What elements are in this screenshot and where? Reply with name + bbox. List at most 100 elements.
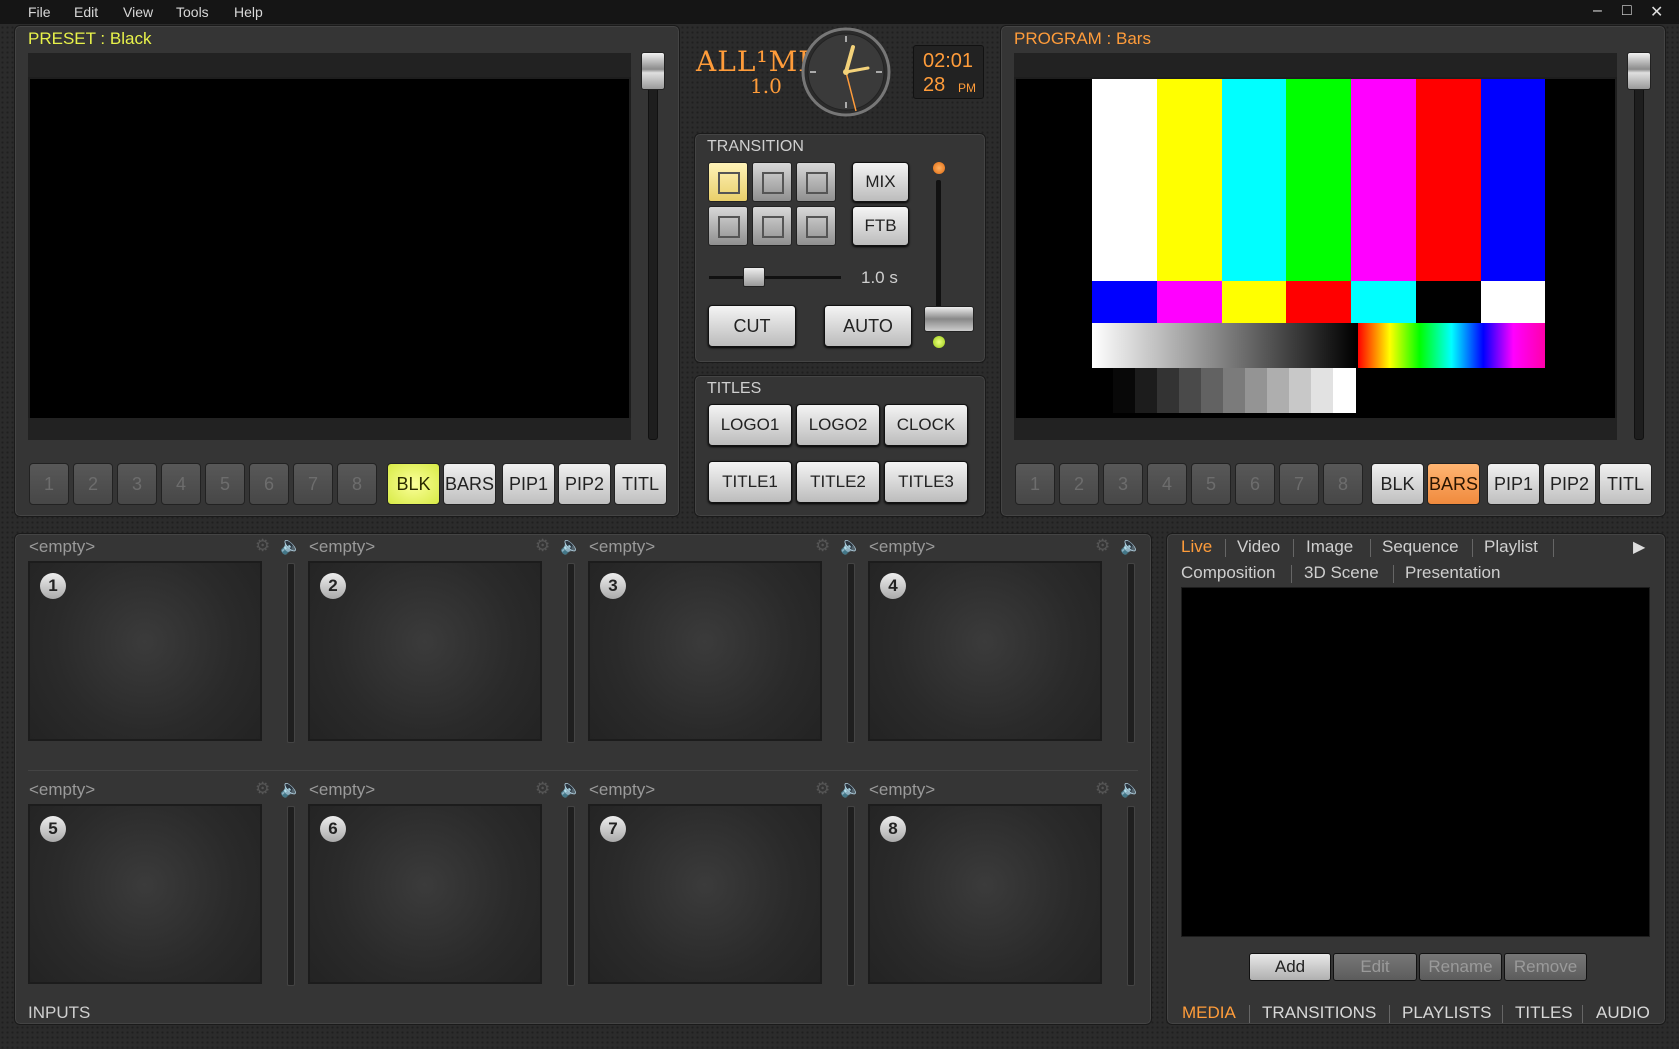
input-5-preview[interactable]: 5 [28, 804, 262, 984]
tab-composition[interactable]: Composition [1181, 563, 1276, 583]
push-icon[interactable] [708, 206, 748, 246]
program-source-1[interactable]: 1 [1015, 463, 1055, 505]
tab-image[interactable]: Image [1306, 537, 1353, 557]
tab-sequence[interactable]: Sequence [1382, 537, 1459, 557]
preset-source-2[interactable]: 2 [73, 463, 113, 505]
program-audio-slider-knob[interactable] [1627, 52, 1651, 90]
preset-source-blk[interactable]: BLK [387, 463, 440, 505]
tab-live[interactable]: Live [1181, 537, 1212, 557]
menu-help[interactable]: Help [234, 4, 263, 20]
input-1-preview[interactable]: 1 [28, 561, 262, 741]
wipe-right-icon[interactable] [752, 162, 792, 202]
mix-button[interactable]: MIX [852, 162, 909, 202]
duration-slider-knob[interactable] [743, 267, 765, 287]
preset-source-titl[interactable]: TITL [614, 463, 667, 505]
preset-audio-slider-knob[interactable] [641, 52, 665, 90]
menu-view[interactable]: View [123, 4, 153, 20]
wipe-left-icon[interactable] [708, 162, 748, 202]
preset-source-8[interactable]: 8 [337, 463, 377, 505]
program-source-blk[interactable]: BLK [1371, 463, 1424, 505]
program-source-2[interactable]: 2 [1059, 463, 1099, 505]
preset-source-1[interactable]: 1 [29, 463, 69, 505]
input-7-speaker-icon[interactable]: 🔈 [840, 779, 861, 799]
program-source-titl[interactable]: TITL [1599, 463, 1652, 505]
input-4-preview[interactable]: 4 [868, 561, 1102, 741]
input-5-speaker-icon[interactable]: 🔈 [280, 779, 301, 799]
media-list[interactable] [1181, 587, 1650, 937]
preset-source-5[interactable]: 5 [205, 463, 245, 505]
minimize-button[interactable]: – [1593, 2, 1602, 20]
input-4-settings-icon[interactable]: ⚙ [1095, 536, 1110, 556]
menu-edit[interactable]: Edit [74, 4, 98, 20]
input-4-volume-bar[interactable] [1127, 563, 1135, 743]
input-7-settings-icon[interactable]: ⚙ [815, 779, 830, 799]
title2-button[interactable]: TITLE2 [796, 461, 880, 503]
bottom-tab-titles[interactable]: TITLES [1515, 1003, 1573, 1023]
program-source-bars[interactable]: BARS [1427, 463, 1480, 505]
clock-button[interactable]: CLOCK [884, 404, 968, 446]
input-2-volume-bar[interactable] [567, 563, 575, 743]
preset-source-bars[interactable]: BARS [443, 463, 496, 505]
edit-button[interactable]: Edit [1333, 953, 1417, 981]
rename-button[interactable]: Rename [1419, 953, 1502, 981]
input-6-speaker-icon[interactable]: 🔈 [560, 779, 581, 799]
program-source-7[interactable]: 7 [1279, 463, 1319, 505]
input-5-settings-icon[interactable]: ⚙ [255, 779, 270, 799]
input-8-volume-bar[interactable] [1127, 806, 1135, 986]
input-8-settings-icon[interactable]: ⚙ [1095, 779, 1110, 799]
tab-3d-scene[interactable]: 3D Scene [1304, 563, 1379, 583]
input-2-settings-icon[interactable]: ⚙ [535, 536, 550, 556]
input-2-speaker-icon[interactable]: 🔈 [560, 536, 581, 556]
remove-button[interactable]: Remove [1504, 953, 1587, 981]
input-6-volume-bar[interactable] [567, 806, 575, 986]
input-6-settings-icon[interactable]: ⚙ [535, 779, 550, 799]
input-1-settings-icon[interactable]: ⚙ [255, 536, 270, 556]
input-3-volume-bar[interactable] [847, 563, 855, 743]
input-1-speaker-icon[interactable]: 🔈 [280, 536, 301, 556]
input-7-preview[interactable]: 7 [588, 804, 822, 984]
bottom-tab-media[interactable]: MEDIA [1182, 1003, 1236, 1023]
close-button[interactable]: ✕ [1650, 2, 1663, 22]
bottom-tab-transitions[interactable]: TRANSITIONS [1262, 1003, 1376, 1023]
logo1-button[interactable]: LOGO1 [708, 404, 792, 446]
tab-playlist[interactable]: Playlist [1484, 537, 1538, 557]
program-source-3[interactable]: 3 [1103, 463, 1143, 505]
program-source-pip2[interactable]: PIP2 [1543, 463, 1596, 505]
preset-source-3[interactable]: 3 [117, 463, 157, 505]
program-source-pip1[interactable]: PIP1 [1487, 463, 1540, 505]
split-icon[interactable] [752, 206, 792, 246]
input-2-preview[interactable]: 2 [308, 561, 542, 741]
preset-source-pip1[interactable]: PIP1 [502, 463, 555, 505]
input-1-volume-bar[interactable] [287, 563, 295, 743]
preset-source-4[interactable]: 4 [161, 463, 201, 505]
tab-video[interactable]: Video [1237, 537, 1280, 557]
input-5-volume-bar[interactable] [287, 806, 295, 986]
maximize-button[interactable]: □ [1622, 2, 1632, 20]
input-3-speaker-icon[interactable]: 🔈 [840, 536, 861, 556]
auto-button[interactable]: AUTO [824, 305, 912, 347]
cut-button[interactable]: CUT [708, 305, 796, 347]
menu-file[interactable]: File [28, 4, 51, 20]
preset-source-pip2[interactable]: PIP2 [558, 463, 611, 505]
ftb-button[interactable]: FTB [852, 206, 909, 246]
title1-button[interactable]: TITLE1 [708, 461, 792, 503]
input-3-preview[interactable]: 3 [588, 561, 822, 741]
preset-source-6[interactable]: 6 [249, 463, 289, 505]
input-7-volume-bar[interactable] [847, 806, 855, 986]
program-source-8[interactable]: 8 [1323, 463, 1363, 505]
program-source-5[interactable]: 5 [1191, 463, 1231, 505]
tab-presentation[interactable]: Presentation [1405, 563, 1500, 583]
wipe-diagonal-icon[interactable] [796, 162, 836, 202]
tabs-scroll-right-icon[interactable]: ▶ [1633, 537, 1645, 557]
input-6-preview[interactable]: 6 [308, 804, 542, 984]
program-source-6[interactable]: 6 [1235, 463, 1275, 505]
input-4-speaker-icon[interactable]: 🔈 [1120, 536, 1141, 556]
title3-button[interactable]: TITLE3 [884, 461, 968, 503]
bottom-tab-playlists[interactable]: PLAYLISTS [1402, 1003, 1491, 1023]
input-8-speaker-icon[interactable]: 🔈 [1120, 779, 1141, 799]
input-8-preview[interactable]: 8 [868, 804, 1102, 984]
input-3-settings-icon[interactable]: ⚙ [815, 536, 830, 556]
logo2-button[interactable]: LOGO2 [796, 404, 880, 446]
tbar-handle[interactable] [924, 306, 974, 332]
program-source-4[interactable]: 4 [1147, 463, 1187, 505]
